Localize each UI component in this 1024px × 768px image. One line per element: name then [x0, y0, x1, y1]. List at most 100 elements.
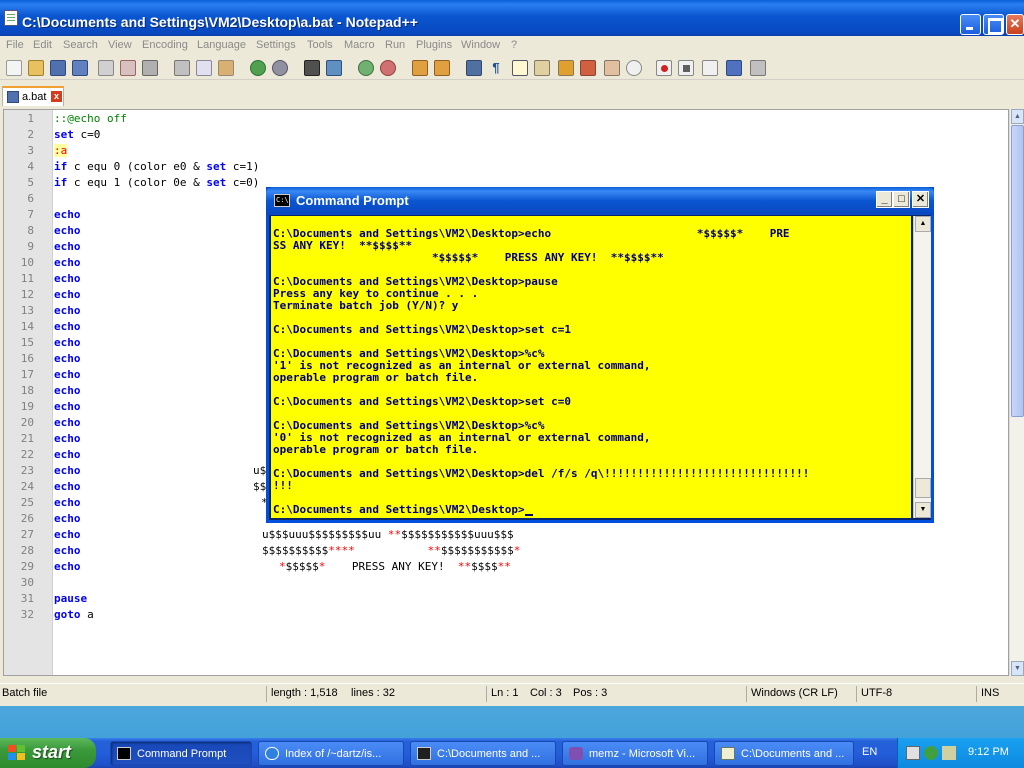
system-tray: 9:12 PM	[897, 738, 1024, 768]
menu-run[interactable]: Run	[385, 39, 405, 51]
function-list-icon[interactable]	[580, 60, 596, 76]
tab-close-icon[interactable]: x	[51, 91, 62, 102]
task-7zip[interactable]: C:\Documents and ...	[410, 741, 556, 766]
copy-icon[interactable]	[196, 60, 212, 76]
cut-icon[interactable]	[174, 60, 190, 76]
code-line-21: echo	[54, 432, 81, 445]
line-number: 30	[20, 576, 34, 589]
console-output[interactable]: C:\Documents and Settings\VM2\Desktop>ec…	[271, 216, 911, 518]
menu-language[interactable]: Language	[197, 39, 246, 51]
run-macro-multiple-icon[interactable]	[726, 60, 742, 76]
monitoring-icon[interactable]	[626, 60, 642, 76]
folder-workspace-icon[interactable]	[604, 60, 620, 76]
record-macro-icon[interactable]	[656, 60, 672, 76]
line-number: 21	[20, 432, 34, 445]
console-scroll-up-icon[interactable]: ▲	[915, 216, 931, 232]
code-line-26: echo	[54, 512, 81, 525]
menu-help[interactable]: ?	[511, 39, 517, 51]
menu-search[interactable]: Search	[63, 39, 98, 51]
menu-macro[interactable]: Macro	[344, 39, 375, 51]
code-line-20: echo	[54, 416, 81, 429]
status-separator	[746, 686, 747, 702]
tray-app-icon[interactable]	[906, 746, 920, 760]
command-prompt-titlebar[interactable]: C:\ Command Prompt _ □ ✕	[266, 187, 934, 215]
line-number: 14	[20, 320, 34, 333]
code-line-9: echo	[54, 240, 81, 253]
save-icon[interactable]	[50, 60, 66, 76]
stop-macro-icon[interactable]	[678, 60, 694, 76]
open-folder-icon[interactable]	[28, 60, 44, 76]
task-notepad-plus-plus[interactable]: C:\Documents and ...	[714, 741, 854, 766]
cmd-close-button[interactable]: ✕	[912, 191, 929, 208]
cmd-minimize-button[interactable]: _	[876, 191, 893, 208]
maximize-button[interactable]	[983, 14, 1004, 35]
code-line-31: pause	[54, 592, 88, 605]
menu-file[interactable]: File	[6, 39, 24, 51]
scrollbar-thumb[interactable]	[1011, 125, 1024, 417]
save-macro-icon[interactable]	[750, 60, 766, 76]
tab-a-bat[interactable]: a.bat x	[2, 86, 64, 106]
print-icon[interactable]	[142, 60, 158, 76]
replace-icon[interactable]	[326, 60, 342, 76]
line-number: 31	[20, 592, 34, 605]
console-vertical-scrollbar[interactable]: ▲ ▼	[913, 216, 931, 518]
udl-icon[interactable]	[534, 60, 550, 76]
taskbar: start Command Prompt Index of /~dartz/is…	[0, 738, 1024, 768]
save-all-icon[interactable]	[72, 60, 88, 76]
sync-vertical-icon[interactable]	[412, 60, 428, 76]
find-icon[interactable]	[304, 60, 320, 76]
console-scroll-down-icon[interactable]: ▼	[915, 502, 931, 518]
notepad-titlebar[interactable]: C:\Documents and Settings\VM2\Desktop\a.…	[0, 0, 1024, 36]
new-file-icon[interactable]	[6, 60, 22, 76]
indent-guide-icon[interactable]	[512, 60, 528, 76]
console-scrollbar-thumb[interactable]	[915, 478, 931, 498]
play-macro-icon[interactable]	[702, 60, 718, 76]
word-wrap-icon[interactable]	[466, 60, 482, 76]
tray-network-icon[interactable]	[924, 746, 938, 760]
zoom-in-icon[interactable]	[358, 60, 374, 76]
scroll-down-arrow-icon[interactable]: ▼	[1011, 661, 1024, 676]
status-encoding[interactable]: UTF-8	[861, 687, 892, 699]
paste-icon[interactable]	[218, 60, 234, 76]
sync-horizontal-icon[interactable]	[434, 60, 450, 76]
show-all-characters-icon[interactable]: ¶	[488, 60, 504, 76]
code-line-8: echo	[54, 224, 81, 237]
taskbar-clock[interactable]: 9:12 PM	[968, 746, 1009, 758]
console-cursor	[524, 514, 533, 516]
notepad-app-icon[interactable]	[4, 10, 18, 26]
start-button[interactable]: start	[0, 738, 96, 768]
menu-view[interactable]: View	[108, 39, 132, 51]
status-column: Col : 3	[530, 687, 562, 699]
task-browser[interactable]: Index of /~dartz/is...	[258, 741, 404, 766]
close-file-icon[interactable]	[98, 60, 114, 76]
menu-window[interactable]: Window	[461, 39, 500, 51]
line-number: 7	[27, 208, 34, 221]
cmd-app-icon[interactable]: C:\	[274, 194, 290, 207]
line-number: 24	[20, 480, 34, 493]
doc-map-icon[interactable]	[558, 60, 574, 76]
status-eol[interactable]: Windows (CR LF)	[751, 687, 838, 699]
redo-icon[interactable]	[272, 60, 288, 76]
close-button[interactable]: ✕	[1006, 14, 1024, 35]
code-line-24: echo	[54, 480, 81, 493]
close-all-icon[interactable]	[120, 60, 136, 76]
code-line-7: echo	[54, 208, 81, 221]
undo-icon[interactable]	[250, 60, 266, 76]
menu-encoding[interactable]: Encoding	[142, 39, 188, 51]
scroll-up-arrow-icon[interactable]: ▲	[1011, 109, 1024, 124]
menu-settings[interactable]: Settings	[256, 39, 296, 51]
code-line-29: echo	[54, 560, 81, 573]
menu-edit[interactable]: Edit	[33, 39, 52, 51]
task-command-prompt[interactable]: Command Prompt	[110, 741, 252, 766]
code-line-13: echo	[54, 304, 81, 317]
task-visual-studio[interactable]: memz - Microsoft Vi...	[562, 741, 708, 766]
code-line-16: echo	[54, 352, 81, 365]
menu-plugins[interactable]: Plugins	[416, 39, 452, 51]
menu-tools[interactable]: Tools	[307, 39, 333, 51]
zoom-out-icon[interactable]	[380, 60, 396, 76]
editor-vertical-scrollbar[interactable]: ▲ ▼	[1009, 109, 1024, 676]
minimize-button[interactable]	[960, 14, 981, 35]
language-indicator[interactable]: EN	[862, 746, 877, 758]
cmd-maximize-button[interactable]: □	[893, 191, 910, 208]
tray-volume-icon[interactable]	[942, 746, 956, 760]
